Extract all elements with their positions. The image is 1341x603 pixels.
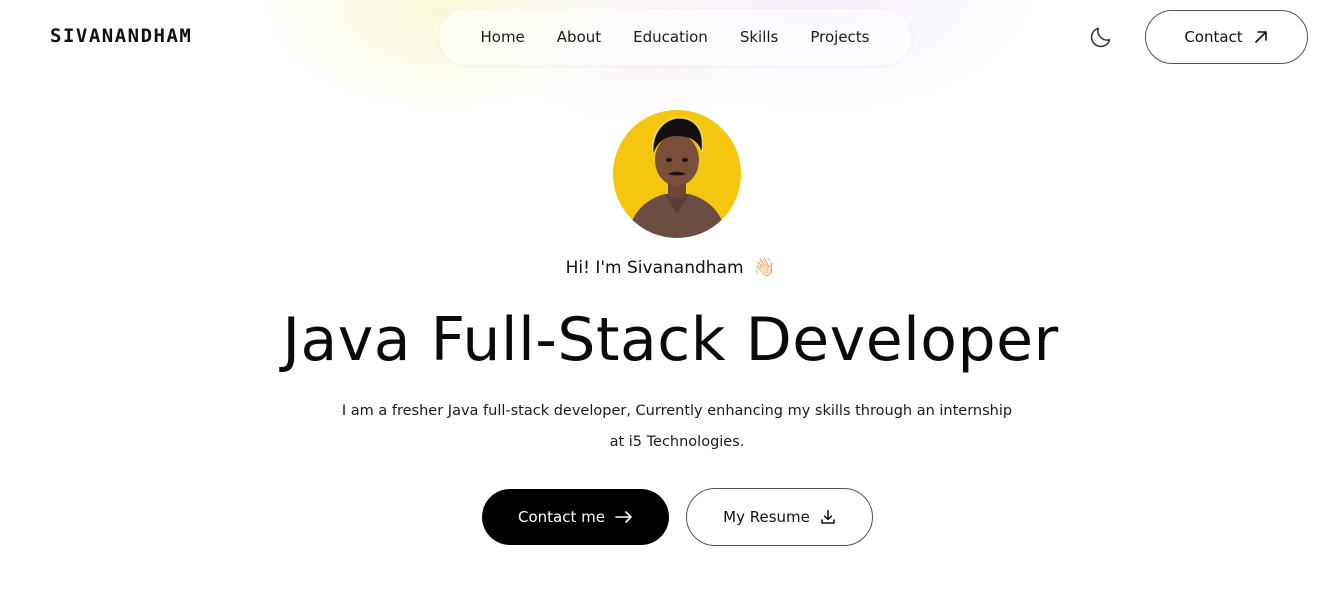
arrow-up-right-icon [1253,29,1269,45]
my-resume-label: My Resume [723,508,810,526]
contact-me-button[interactable]: Contact me [482,489,669,545]
nav-item-home[interactable]: Home [464,28,540,46]
hero-description: I am a fresher Java full-stack developer… [341,403,1013,450]
profile-avatar [613,110,741,238]
arrow-right-icon [615,510,633,524]
page: SIVANANDHAM Home About Education Skills … [0,0,1341,603]
theme-toggle-button[interactable] [1088,24,1114,50]
nav-item-about[interactable]: About [541,28,617,46]
download-icon [820,509,836,525]
nav-item-education[interactable]: Education [617,28,724,46]
hero-headline: Java Full-Stack Developer [282,305,1059,375]
contact-button[interactable]: Contact [1145,10,1308,64]
waving-hand-icon: 👋🏻 [752,257,776,278]
nav-item-skills[interactable]: Skills [724,28,795,46]
site-logo[interactable]: SIVANANDHAM [50,25,192,47]
contact-button-label: Contact [1184,28,1243,46]
my-resume-button[interactable]: My Resume [686,488,873,546]
greeting-text: Hi! I'm Sivanandham [565,258,744,278]
greeting-line: Hi! I'm Sivanandham 👋🏻 [0,257,1341,278]
moon-icon [1088,24,1114,50]
contact-me-label: Contact me [518,508,605,526]
main-nav: Home About Education Skills Projects [439,9,911,65]
nav-item-projects[interactable]: Projects [794,28,885,46]
profile-photo [613,110,741,238]
